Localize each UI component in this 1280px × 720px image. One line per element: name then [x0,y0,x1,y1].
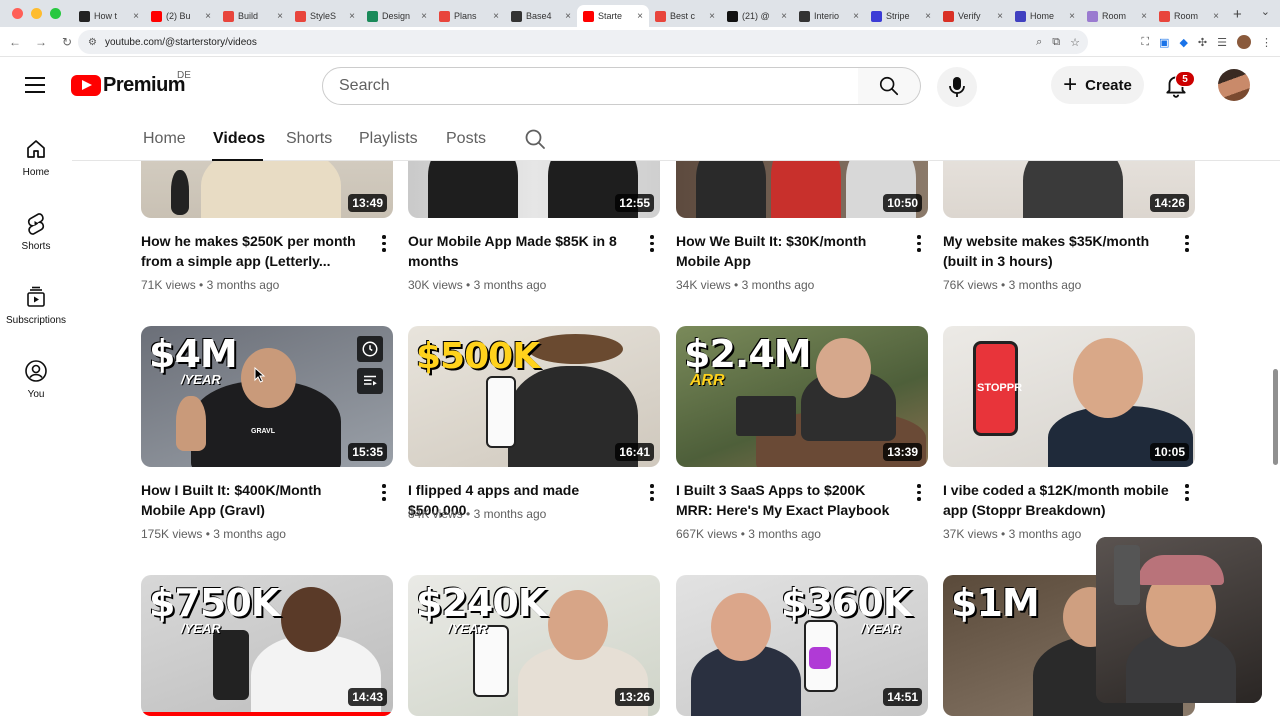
tab-home[interactable]: Home [143,130,186,148]
thumbnail-headline: $2.4M [684,332,812,376]
video-metadata: 84K views • 3 months ago [408,507,547,521]
phone-screen-text: STOPPR [977,382,1023,394]
video-duration: 13:49 [348,194,387,212]
scrollbar-thumb[interactable] [1273,369,1278,465]
more-actions-icon[interactable] [1185,484,1189,501]
thumbnail-subline: /YEAR [861,621,901,636]
webcam-overlay [1096,537,1262,703]
video-thumbnail-hovered[interactable]: GRAVL $4M /YEAR 15:35 [141,326,393,467]
active-tab-indicator [212,159,263,161]
video-metadata: 30K views • 3 months ago [408,278,547,292]
video-title[interactable]: My website makes $35K/month (built in 3 … [943,231,1171,271]
more-actions-icon[interactable] [650,484,654,501]
video-title[interactable]: How I Built It: $400K/Month Mobile App (… [141,480,369,520]
video-metadata: 37K views • 3 months ago [943,527,1082,541]
video-thumbnail[interactable]: $360K /YEAR 14:51 [676,575,928,716]
thumbnail-headline: $240K [416,581,547,625]
video-duration: 12:55 [615,194,654,212]
video-metadata: 175K views • 3 months ago [141,527,286,541]
video-duration: 13:39 [883,443,922,461]
video-duration: 15:35 [348,443,387,461]
video-metadata: 34K views • 3 months ago [676,278,815,292]
thumbnail-subline: /YEAR [181,372,221,387]
more-actions-icon[interactable] [917,235,921,252]
tab-shorts[interactable]: Shorts [286,130,332,148]
tab-videos[interactable]: Videos [213,130,265,148]
video-title[interactable]: I Built 3 SaaS Apps to $200K MRR: Here's… [676,480,904,520]
video-duration: 14:26 [1150,194,1189,212]
video-title[interactable]: Our Mobile App Made $85K in 8 months [408,231,636,271]
channel-tabs-bar: Home Videos Shorts Playlists Posts [72,115,1280,161]
more-actions-icon[interactable] [650,235,654,252]
video-duration: 10:05 [1150,443,1189,461]
more-actions-icon[interactable] [382,484,386,501]
video-duration: 10:50 [883,194,922,212]
more-actions-icon[interactable] [382,235,386,252]
video-thumbnail[interactable]: $240K /YEAR 13:26 [408,575,660,716]
video-thumbnail[interactable]: $2.4M ARR 13:39 [676,326,928,467]
video-metadata: 76K views • 3 months ago [943,278,1082,292]
more-actions-icon[interactable] [917,484,921,501]
thumbnail-headline: $360K [781,581,912,625]
video-thumbnail[interactable]: $500K 16:41 [408,326,660,467]
video-title[interactable]: I vibe coded a $12K/month mobile app (St… [943,480,1171,520]
channel-search-icon[interactable] [523,127,547,151]
thumbnail-subline: /YEAR [181,621,221,636]
page-scrollbar[interactable] [1270,161,1280,720]
video-thumbnail[interactable]: $750K /YEAR 14:43 [141,575,393,716]
video-metadata: 667K views • 3 months ago [676,527,821,541]
video-grid: 13:49 12:55 10:50 14:26 How he makes $25… [0,0,1280,720]
thumbnail-subline: /YEAR [448,621,488,636]
shirt-text: GRAVL [251,428,275,435]
tab-playlists[interactable]: Playlists [359,130,418,148]
watch-later-clock-icon[interactable] [357,336,383,362]
more-actions-icon[interactable] [1185,235,1189,252]
thumbnail-headline: $4M [149,332,238,376]
video-title[interactable]: How We Built It: $30K/month Mobile App [676,231,904,271]
thumbnail-subline: ARR [690,372,725,389]
video-duration: 13:26 [615,688,654,706]
tab-posts[interactable]: Posts [446,130,486,148]
mouse-cursor-icon [254,367,266,383]
add-to-queue-icon[interactable] [357,368,383,394]
thumbnail-headline: $1M [951,581,1040,625]
video-title[interactable]: How he makes $250K per month from a simp… [141,231,369,271]
watched-progress-bar [141,712,393,716]
thumbnail-headline: $750K [149,581,280,625]
video-duration: 16:41 [615,443,654,461]
video-duration: 14:51 [883,688,922,706]
video-thumbnail[interactable]: STOPPR 10:05 [943,326,1195,467]
video-duration: 14:43 [348,688,387,706]
thumbnail-headline: $500K [416,336,540,377]
video-metadata: 71K views • 3 months ago [141,278,280,292]
